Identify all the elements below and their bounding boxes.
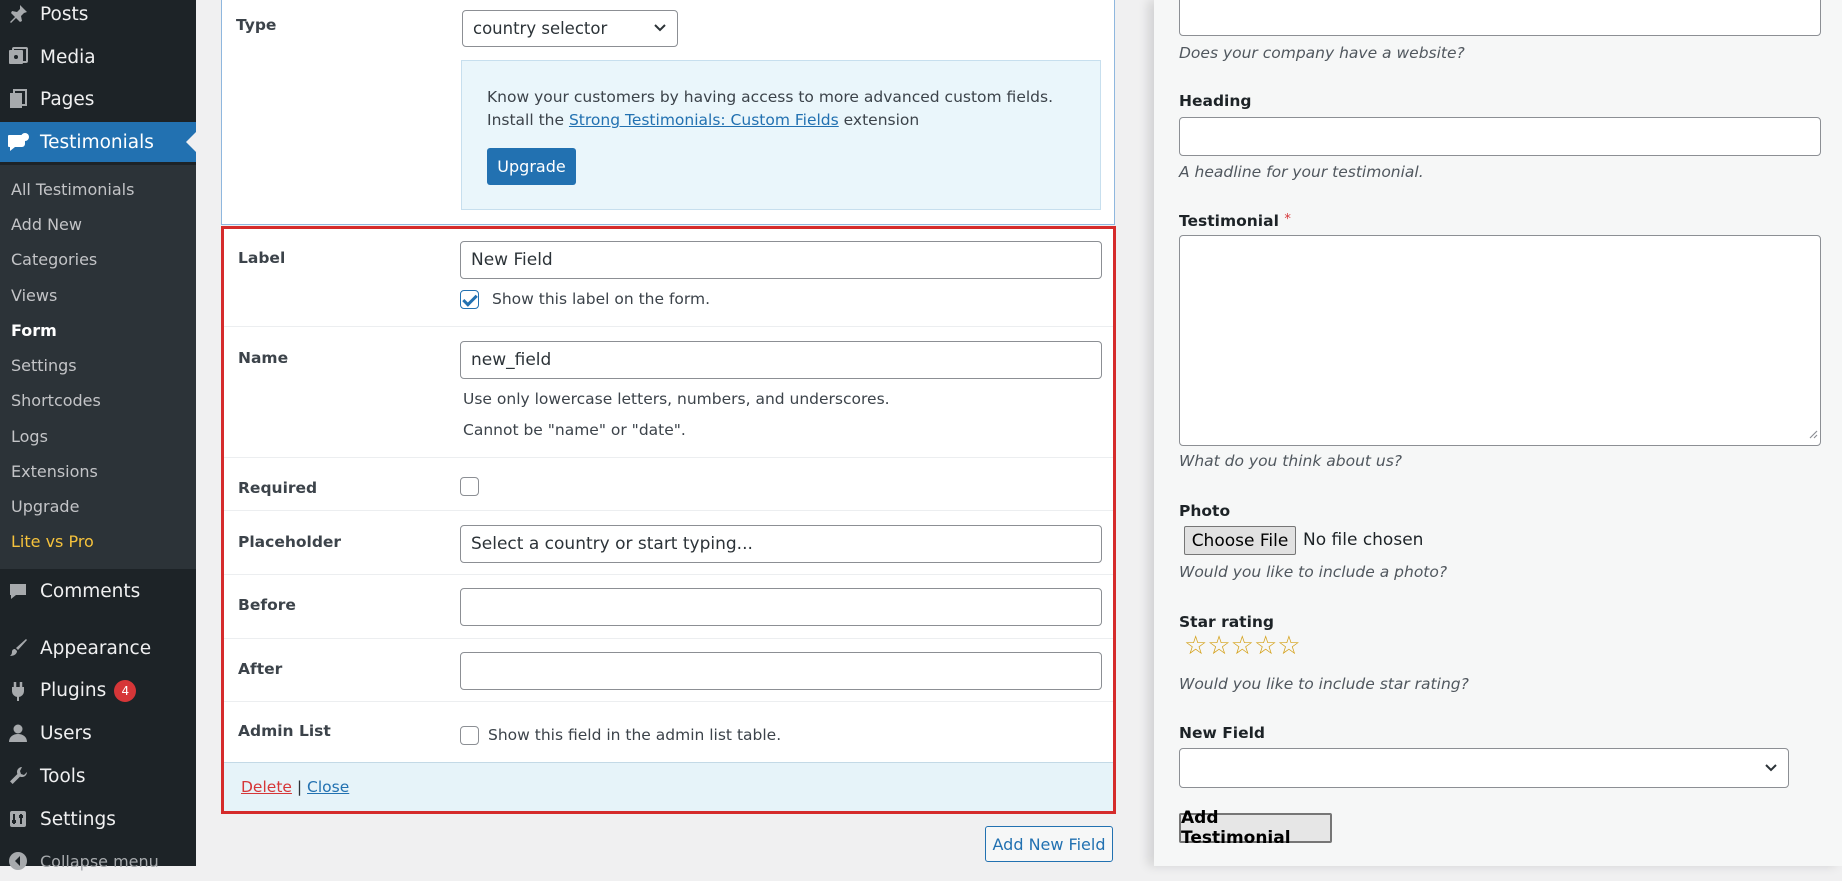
- submenu-shortcodes[interactable]: Shortcodes: [11, 391, 101, 410]
- admin-list-text: Show this field in the admin list table.: [488, 726, 782, 744]
- chevron-down-icon: [1764, 761, 1778, 779]
- media-icon: [6, 45, 30, 69]
- form-preview: Does your company have a website? Headin…: [1154, 0, 1842, 866]
- admin-list-checkbox[interactable]: [460, 726, 479, 745]
- show-label-checkbox[interactable]: [460, 290, 479, 309]
- resize-handle-icon[interactable]: [1808, 425, 1818, 443]
- menu-testimonials[interactable]: Testimonials: [0, 122, 196, 162]
- star-rating-description: Would you like to include star rating?: [1179, 675, 1469, 693]
- menu-comments[interactable]: Comments: [0, 571, 196, 611]
- testimonial-label: Testimonial *: [1179, 212, 1291, 230]
- placeholder-input[interactable]: Select a country or start typing...: [460, 525, 1102, 563]
- star-icon[interactable]: ☆: [1184, 631, 1207, 661]
- menu-tools[interactable]: Tools: [0, 756, 196, 796]
- after-input[interactable]: [460, 652, 1102, 690]
- submenu-views[interactable]: Views: [11, 286, 57, 305]
- submenu-all-testimonials[interactable]: All Testimonials: [11, 180, 134, 199]
- editor-footer: Delete | Close: [224, 762, 1113, 811]
- menu-media[interactable]: Media: [0, 37, 196, 77]
- submenu-form[interactable]: Form: [11, 321, 57, 340]
- wrench-icon: [6, 764, 30, 788]
- field-type-panel: Type country selector Know your customer…: [221, 0, 1115, 225]
- submenu-extensions[interactable]: Extensions: [11, 462, 98, 481]
- show-label-text: Show this label on the form.: [492, 290, 711, 308]
- brush-icon: [6, 636, 30, 660]
- user-icon: [6, 721, 30, 745]
- photo-description: Would you like to include a photo?: [1179, 563, 1448, 581]
- star-rating-label: Star rating: [1179, 613, 1275, 631]
- collapse-icon: [6, 849, 30, 873]
- placeholder-row-label: Placeholder: [238, 533, 342, 551]
- required-row-label: Required: [238, 479, 318, 497]
- add-testimonial-submit-button[interactable]: Add Testimonial: [1179, 808, 1332, 848]
- chevron-down-icon: [653, 20, 667, 39]
- after-row-label: After: [238, 660, 283, 678]
- menu-posts[interactable]: Posts: [0, 0, 196, 34]
- label-input[interactable]: New Field: [460, 241, 1102, 279]
- upgrade-button[interactable]: Upgrade: [487, 148, 576, 185]
- before-input[interactable]: [460, 588, 1102, 626]
- website-input[interactable]: [1179, 0, 1821, 36]
- star-icon[interactable]: ☆: [1231, 631, 1254, 661]
- name-row-label: Name: [238, 349, 289, 367]
- menu-settings[interactable]: Settings: [0, 799, 196, 839]
- testimonials-submenu: All Testimonials Add New Categories View…: [0, 165, 196, 569]
- submenu-add-new[interactable]: Add New: [11, 215, 82, 234]
- add-new-field-button[interactable]: Add New Field: [985, 826, 1113, 862]
- star-rating-input[interactable]: ☆☆☆☆☆: [1184, 631, 1301, 661]
- menu-plugins[interactable]: Plugins 4: [0, 671, 196, 711]
- star-icon[interactable]: ☆: [1277, 631, 1300, 661]
- submenu-settings[interactable]: Settings: [11, 356, 77, 375]
- new-field-country-select[interactable]: [1179, 748, 1789, 788]
- photo-label: Photo: [1179, 502, 1231, 520]
- name-hint-characters: Use only lowercase letters, numbers, and…: [463, 390, 890, 408]
- star-icon[interactable]: ☆: [1254, 631, 1277, 661]
- testimonial-textarea[interactable]: [1179, 235, 1821, 446]
- plugins-update-badge: 4: [114, 680, 137, 702]
- before-row-label: Before: [238, 596, 296, 614]
- testimonials-icon: [6, 130, 30, 154]
- heading-label: Heading: [1179, 92, 1252, 110]
- menu-appearance[interactable]: Appearance: [0, 628, 196, 668]
- submenu-lite-vs-pro[interactable]: Lite vs Pro: [11, 532, 94, 551]
- name-hint-reserved: Cannot be "name" or "date".: [463, 421, 686, 439]
- menu-users[interactable]: Users: [0, 713, 196, 753]
- heading-input[interactable]: [1179, 117, 1821, 156]
- no-file-chosen-text: No file chosen: [1303, 530, 1424, 550]
- settings-icon: [6, 807, 30, 831]
- pushpin-icon: [6, 2, 30, 26]
- menu-collapse[interactable]: Collapse menu: [0, 841, 196, 881]
- menu-pages[interactable]: Pages: [0, 79, 196, 119]
- label-row-label: Label: [238, 249, 286, 267]
- required-asterisk: *: [1284, 212, 1291, 227]
- custom-fields-extension-link[interactable]: Strong Testimonials: Custom Fields: [569, 111, 839, 129]
- admin-list-row-label: Admin List: [238, 722, 331, 740]
- close-field-link[interactable]: Close: [307, 778, 349, 796]
- name-input[interactable]: new_field: [460, 341, 1102, 379]
- star-icon[interactable]: ☆: [1207, 631, 1230, 661]
- field-settings-editor: Label New Field Show this label on the f…: [221, 226, 1116, 814]
- website-description: Does your company have a website?: [1179, 44, 1465, 62]
- submenu-upgrade[interactable]: Upgrade: [11, 497, 79, 516]
- admin-sidebar: Posts Media Pages Testimonials All Testi…: [0, 0, 196, 871]
- type-select[interactable]: country selector: [462, 10, 678, 47]
- delete-field-link[interactable]: Delete: [241, 778, 292, 796]
- upsell-notice: Know your customers by having access to …: [461, 60, 1101, 210]
- new-field-label: New Field: [1179, 724, 1266, 742]
- testimonial-description: What do you think about us?: [1179, 452, 1403, 470]
- choose-file-button[interactable]: Choose File: [1184, 526, 1296, 555]
- submenu-categories[interactable]: Categories: [11, 250, 97, 269]
- field-editor-column: Type country selector Know your customer…: [196, 0, 1154, 866]
- submenu-logs[interactable]: Logs: [11, 427, 48, 446]
- plugin-icon: [6, 679, 30, 703]
- required-checkbox[interactable]: [460, 477, 479, 496]
- comment-icon: [6, 579, 30, 603]
- pages-icon: [6, 87, 30, 111]
- type-label: Type: [236, 16, 277, 34]
- heading-description: A headline for your testimonial.: [1179, 163, 1424, 181]
